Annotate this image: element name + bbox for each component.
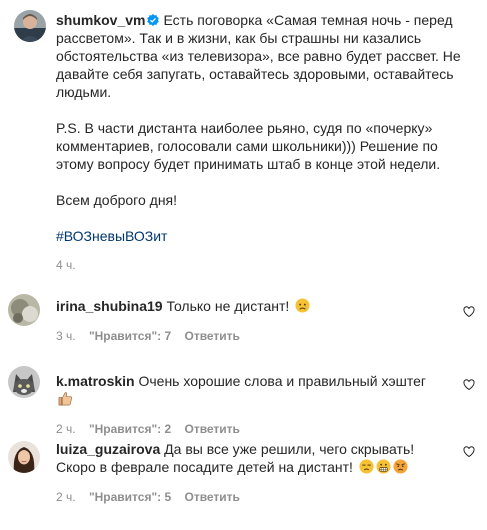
comment-username[interactable]: irina_shubina19: [56, 298, 163, 314]
post-author-username[interactable]: shumkov_vm: [56, 12, 145, 28]
comment-text: Только не дистант!: [166, 298, 290, 314]
comment-item: k.matroskin Очень хорошие слова и правил…: [56, 372, 436, 437]
angry-face-icon: [393, 459, 408, 474]
comment-username[interactable]: k.matroskin: [56, 373, 135, 389]
unamused-face-icon: [359, 459, 374, 474]
comment-username[interactable]: luiza_guzairova: [56, 441, 160, 457]
reply-button[interactable]: Ответить: [184, 329, 239, 343]
like-heart-icon[interactable]: [463, 306, 475, 318]
caption-paragraph-2: P.S. В части дистанта наиболее рьяно, су…: [56, 120, 442, 172]
comment-item: luiza_guzairova Да вы все уже решили, че…: [56, 440, 436, 505]
commenter-avatar[interactable]: [8, 441, 40, 473]
commenter-avatar[interactable]: [8, 294, 40, 326]
grimacing-face-icon: [376, 459, 391, 474]
reply-button[interactable]: Ответить: [184, 490, 239, 504]
comment-timestamp[interactable]: 2 ч.: [56, 490, 76, 504]
post-caption: shumkov_vm Есть поговорка «Самая темная н…: [56, 11, 474, 273]
thumbs-up-icon: [58, 392, 72, 406]
comment-item: irina_shubina19 Только не дистант! 3 ч. …: [56, 297, 436, 344]
post-author-avatar[interactable]: [14, 10, 46, 42]
post-timestamp[interactable]: 4 ч.: [56, 257, 474, 273]
comment-likes-count[interactable]: "Нравится": 5: [89, 490, 171, 504]
reply-button[interactable]: Ответить: [184, 422, 239, 436]
comment-timestamp[interactable]: 2 ч.: [56, 422, 76, 436]
caption-paragraph-1: shumkov_vm Есть поговорка «Самая темная н…: [56, 11, 474, 101]
caption-paragraph-3: Всем доброго дня!: [56, 192, 178, 208]
hashtag-link[interactable]: #ВОЗневыВОЗит: [56, 228, 167, 244]
verified-badge-icon: [147, 14, 160, 26]
commenter-avatar[interactable]: [8, 366, 40, 398]
sad-face-icon: [295, 298, 310, 313]
comment-timestamp[interactable]: 3 ч.: [56, 329, 76, 343]
like-heart-icon[interactable]: [463, 446, 475, 458]
comment-likes-count[interactable]: "Нравится": 7: [89, 329, 171, 343]
comment-text: Очень хорошие слова и правильный хэштег: [138, 373, 426, 389]
comment-likes-count[interactable]: "Нравится": 2: [89, 422, 171, 436]
like-heart-icon[interactable]: [463, 379, 475, 391]
